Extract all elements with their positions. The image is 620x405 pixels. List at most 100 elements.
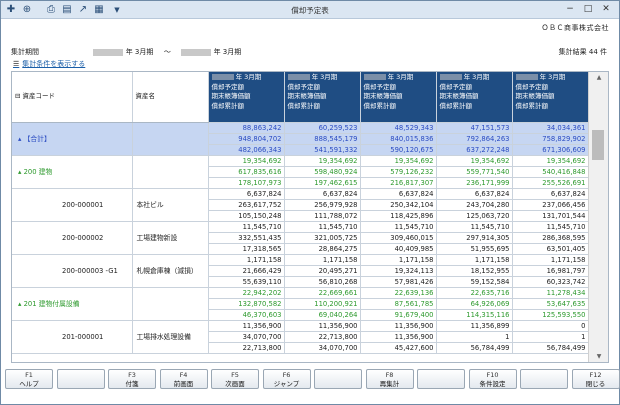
- value-cell: 11,356,900: [284, 320, 361, 332]
- value-cell: 118,425,896: [360, 210, 437, 222]
- value-cell: 11,545,710: [208, 221, 285, 233]
- value-cell: 0: [512, 320, 589, 332]
- value-cell: 69,040,264: [284, 309, 361, 321]
- asset-code: 200-000002: [62, 233, 104, 242]
- asset-name-cell: 札幌倉庫棟（減損）: [132, 254, 209, 288]
- header-period-2[interactable]: 年 3月期 償却予定額 期末帳簿価額 償却累計額: [284, 72, 361, 123]
- value-cell: 1: [512, 331, 589, 343]
- asset-code-cell[interactable]: ▴ 200 建物: [12, 155, 133, 189]
- value-cell: 216,817,307: [360, 177, 437, 189]
- scroll-down-icon[interactable]: ▼: [589, 353, 608, 360]
- value-cell: 263,617,752: [208, 199, 285, 211]
- minimize-icon[interactable]: −: [563, 3, 577, 16]
- vertical-scrollbar[interactable]: ▲ ▼: [588, 72, 608, 362]
- function-key-button[interactable]: [56, 369, 105, 389]
- table-row[interactable]: ▴ 201 建物付属設備 22,942,202 22,669,661 22,639,1…: [12, 287, 589, 321]
- period-from-suffix: 年 3月期: [125, 48, 154, 56]
- show-conditions-label: 集計条件を表示する: [22, 60, 86, 68]
- function-key-button[interactable]: F6 ジャンプ: [262, 369, 311, 389]
- value-cell: 87,561,785: [360, 298, 437, 310]
- value-cell: 11,545,710: [360, 221, 437, 233]
- asset-code: 200-000003 -G1: [62, 266, 118, 275]
- table-row[interactable]: 200-000003 -G1 札幌倉庫棟（減損） 1,171,158 1,171,15…: [12, 254, 589, 288]
- function-key-button[interactable]: F12 閉じる: [571, 369, 620, 389]
- table-row[interactable]: ▴ 【合計】 88,863,242 60,259,523 48,529,343 47,1…: [12, 122, 589, 156]
- function-key-button[interactable]: F10 条件設定: [468, 369, 517, 389]
- asset-code-cell[interactable]: ▴ 201 建物付属設備: [12, 287, 133, 321]
- function-key-button[interactable]: [314, 369, 362, 389]
- value-cell: 758,829,902: [512, 133, 589, 145]
- table-row[interactable]: 201-000001 工場排水処理設備 11,356,900 11,356,900 11…: [12, 320, 589, 354]
- header-period-3[interactable]: 年 3月期 償却予定額 期末帳簿価額 償却累計額: [360, 72, 437, 123]
- function-key-label: 次画面: [225, 379, 245, 388]
- asset-code-cell[interactable]: 200-000002: [12, 221, 133, 255]
- schedule-grid[interactable]: ⊟ 資産コード 資産名 年 3月期 償却予定額 期末帳簿価額 償却累計額 年 3月期償…: [11, 71, 609, 363]
- value-cell: 22,942,202: [208, 287, 285, 299]
- function-key-button[interactable]: F3 付箋: [108, 369, 156, 389]
- asset-name-cell: [132, 155, 209, 189]
- function-key-label: 再集計: [379, 379, 400, 388]
- value-cell: 617,835,616: [208, 166, 285, 178]
- header-period-1[interactable]: 年 3月期 償却予定額 期末帳簿価額 償却累計額: [208, 72, 285, 123]
- show-conditions-link[interactable]: ☰ 集計条件を表示する: [13, 59, 85, 69]
- value-cell: 11,545,710: [512, 221, 589, 233]
- value-cell: 91,679,400: [360, 309, 437, 321]
- value-cell: 20,495,271: [284, 265, 361, 277]
- value-cell: 114,315,116: [436, 309, 513, 321]
- function-key-code: F6: [282, 371, 291, 379]
- value-cell: 56,810,268: [284, 276, 361, 288]
- table-row[interactable]: 200-000001 本社ビル 6,637,824 6,637,824 6,637,82…: [12, 188, 589, 222]
- value-cell: 6,637,824: [284, 188, 361, 200]
- table-row[interactable]: ▴ 200 建物 19,354,692 19,354,692 19,354,692 19…: [12, 155, 589, 189]
- value-cell: 46,370,603: [208, 309, 285, 321]
- period-to-year: [181, 48, 212, 56]
- asset-code-cell[interactable]: ▴ 【合計】: [12, 122, 133, 156]
- value-cell: 19,354,692: [208, 155, 285, 167]
- period-from-year: [93, 48, 124, 56]
- value-cell: 34,070,700: [284, 342, 361, 354]
- asset-name-cell: 本社ビル: [132, 188, 209, 222]
- value-cell: 110,200,921: [284, 298, 361, 310]
- function-key-button[interactable]: F1 ヘルプ: [5, 369, 53, 389]
- value-cell: 56,784,499: [512, 342, 589, 354]
- asset-code-cell[interactable]: 200-000003 -G1: [12, 254, 133, 288]
- maximize-icon[interactable]: □: [581, 3, 595, 16]
- value-cell: 22,713,800: [284, 331, 361, 343]
- value-cell: 11,356,899: [436, 320, 513, 332]
- scroll-up-icon[interactable]: ▲: [589, 74, 608, 81]
- function-key-button[interactable]: [520, 369, 568, 389]
- value-cell: 34,034,361: [512, 122, 589, 134]
- value-cell: 88,863,242: [208, 122, 285, 134]
- value-cell: 6,637,824: [208, 188, 285, 200]
- value-cell: 48,529,343: [360, 122, 437, 134]
- value-cell: 63,501,405: [512, 243, 589, 255]
- value-cell: 125,063,720: [436, 210, 513, 222]
- header-period-4[interactable]: 年 3月期 償却予定額 期末帳簿価額 償却累計額: [436, 72, 513, 123]
- asset-code-cell[interactable]: 201-000001: [12, 320, 133, 354]
- table-row[interactable]: 200-000002 工場建物新設 11,545,710 11,545,710 11,5…: [12, 221, 589, 255]
- asset-name-cell: [132, 122, 209, 156]
- function-key-button[interactable]: [417, 369, 465, 389]
- function-key-button[interactable]: F4 前画面: [159, 369, 208, 389]
- function-key-button[interactable]: F8 再集計: [365, 369, 414, 389]
- close-icon[interactable]: ✕: [599, 3, 613, 16]
- asset-code: 【合計】: [23, 134, 51, 143]
- value-cell: 541,591,332: [284, 144, 361, 156]
- value-cell: 1,171,158: [208, 254, 285, 266]
- function-key-button[interactable]: F5 次画面: [211, 369, 259, 389]
- value-cell: 250,342,104: [360, 199, 437, 211]
- value-cell: 256,979,928: [284, 199, 361, 211]
- header-period-5[interactable]: 年 3月期 償却予定額 期末帳簿価額 償却累計額: [512, 72, 589, 123]
- function-key-code: F4: [179, 371, 188, 379]
- value-cell: 1,171,158: [360, 254, 437, 266]
- period-row: 集計期間 年 3月期 ～ 年 3月期: [11, 47, 241, 57]
- scroll-thumb[interactable]: [592, 130, 604, 160]
- collapse-icon[interactable]: ⊟: [15, 92, 20, 100]
- header-name[interactable]: 資産名: [132, 72, 209, 123]
- function-key-code: F5: [231, 371, 239, 379]
- value-cell: 57,981,426: [360, 276, 437, 288]
- header-code[interactable]: ⊟ 資産コード: [12, 72, 133, 123]
- schedule-table: ⊟ 資産コード 資産名 年 3月期 償却予定額 期末帳簿価額 償却累計額 年 3月期償…: [12, 72, 589, 354]
- asset-name-cell: 工場排水処理設備: [132, 320, 209, 354]
- asset-code-cell[interactable]: 200-000001: [12, 188, 133, 222]
